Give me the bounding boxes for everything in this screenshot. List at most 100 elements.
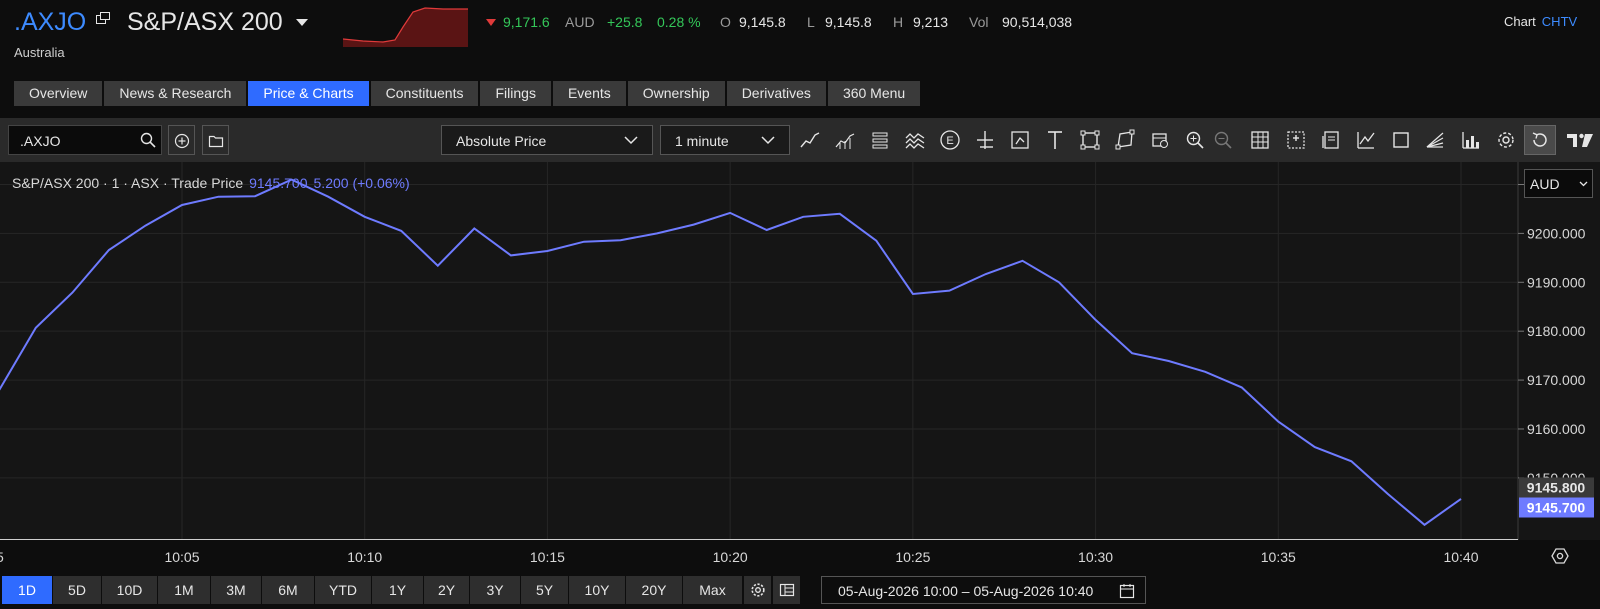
period-1y[interactable]: 1Y (372, 576, 423, 604)
gear-icon (751, 583, 765, 597)
x-tick-label: 10:25 (895, 549, 930, 565)
tab-events[interactable]: Events (552, 81, 626, 106)
y-tick-label: 9200.000 (1527, 225, 1586, 241)
period-settings-button[interactable] (744, 576, 771, 604)
reset-icon[interactable] (1524, 125, 1556, 155)
tab-derivatives[interactable]: Derivatives (726, 81, 826, 106)
axis-settings-icon[interactable] (1551, 548, 1569, 564)
quote-header: .AXJO S&P/ASX 200 Australia 9,171.6 AUD … (0, 0, 1600, 78)
calendar-icon[interactable] (1119, 583, 1135, 599)
zoom-in-icon[interactable] (1184, 129, 1206, 151)
studies-icon[interactable] (1460, 129, 1482, 151)
period-10d[interactable]: 10D (102, 576, 157, 604)
ric-code[interactable]: .AXJO (14, 8, 86, 37)
tradingview-logo (1565, 129, 1595, 151)
tab-news-research[interactable]: News & Research (104, 81, 247, 106)
x-tick-label: 10:10 (347, 549, 382, 565)
period-10y[interactable]: 10Y (569, 576, 625, 604)
svg-text:9145.800: 9145.800 (1527, 480, 1586, 496)
pct-change: 0.28 % (657, 14, 701, 30)
x-tick-label: 10:30 (1078, 549, 1113, 565)
add-symbol-button[interactable] (168, 125, 195, 155)
line-chart-icon[interactable] (799, 129, 821, 151)
text-icon[interactable] (1044, 129, 1066, 151)
country-label: Australia (14, 45, 65, 60)
bars-icon[interactable] (869, 129, 891, 151)
instrument-dropdown-icon[interactable] (296, 19, 308, 26)
add-panel-icon[interactable] (1285, 129, 1307, 151)
legend-change: 5.200 (+0.06%) (313, 175, 410, 191)
candlestick-icon[interactable] (834, 129, 856, 151)
y-tick-label: 9190.000 (1527, 274, 1586, 290)
compare-icon[interactable] (904, 129, 926, 151)
event-icon[interactable]: E (939, 129, 961, 151)
price-tag-current: 9145.700 (1519, 497, 1594, 518)
x-tick-label: 10:15 (530, 549, 565, 565)
rectangle-icon[interactable] (1079, 129, 1101, 151)
period-1m[interactable]: 1M (158, 576, 210, 604)
add-circle-icon (174, 133, 190, 149)
period-5y[interactable]: 5Y (521, 576, 568, 604)
period-6m[interactable]: 6M (262, 576, 314, 604)
calendar-icon[interactable] (1149, 129, 1171, 151)
tab-filings[interactable]: Filings (480, 81, 551, 106)
low-label: L (807, 14, 815, 30)
search-icon[interactable] (140, 132, 156, 148)
direction-down-icon (486, 19, 496, 26)
chart-label: Chart (1504, 14, 1536, 29)
low-value: 9,145.8 (825, 14, 872, 30)
tab-constituents[interactable]: Constituents (370, 81, 479, 106)
period-1d[interactable]: 1D (2, 576, 52, 604)
price-tags: 9145.800 9145.700 (1519, 477, 1594, 518)
period-3y[interactable]: 3Y (470, 576, 520, 604)
tab-ownership[interactable]: Ownership (627, 81, 725, 106)
last-price: 9,171.6 (503, 14, 550, 30)
period-2y[interactable]: 2Y (424, 576, 469, 604)
symbol-search-value: .AXJO (20, 133, 61, 149)
period-3m[interactable]: 3M (211, 576, 261, 604)
volume-value: 90,514,038 (1002, 14, 1073, 30)
interval-select[interactable]: 1 minute (660, 125, 790, 155)
symbol-search-input[interactable]: .AXJO (8, 125, 162, 155)
instrument-name[interactable]: S&P/ASX 200 (127, 8, 283, 37)
chart-toolbar: .AXJO Absolute Price 1 minute E (0, 118, 1600, 162)
price-type-value: Absolute Price (456, 133, 547, 149)
popout-icon[interactable] (96, 12, 110, 24)
high-value: 9,213 (913, 14, 949, 30)
period-ytd[interactable]: YTD (315, 576, 371, 604)
sparkline (343, 7, 468, 47)
currency-select-value: AUD (1530, 176, 1560, 192)
zoom-box-icon[interactable] (1009, 129, 1031, 151)
zoom-out-icon[interactable] (1212, 129, 1234, 151)
chart-app-label[interactable]: Chart CHTV (1504, 14, 1577, 29)
price-axis[interactable]: 9210.0009200.0009190.0009180.0009170.000… (1518, 176, 1586, 486)
price-chart[interactable]: 9210.0009200.0009190.0009180.0009170.000… (0, 162, 1600, 540)
time-axis[interactable]: 10:05 10:10 10:15 10:20 10:25 10:30 10:35 10:40… (0, 540, 1600, 571)
fan-icon[interactable] (1424, 129, 1446, 151)
tab-overview[interactable]: Overview (14, 81, 103, 106)
crosshair-icon[interactable] (974, 129, 996, 151)
svg-text:E: E (946, 135, 953, 147)
chart-legend: S&P/ASX 200 · 1 · ASX · Trade Price 9145.… (12, 175, 410, 191)
svg-text:9145.700: 9145.700 (1527, 500, 1586, 516)
period-max[interactable]: Max (683, 576, 742, 604)
news-icon[interactable] (1320, 129, 1342, 151)
layout-grid-icon (779, 583, 795, 597)
date-range-picker[interactable]: 05-Aug-2026 10:00 – 05-Aug-2026 10:40 (821, 576, 1146, 604)
table-icon[interactable] (1249, 129, 1271, 151)
legend-series: S&P/ASX 200 · 1 · ASX · Trade Price (12, 175, 244, 191)
price-type-select[interactable]: Absolute Price (441, 125, 653, 155)
tab-360-menu[interactable]: 360 Menu (827, 81, 921, 106)
open-folder-button[interactable] (202, 125, 229, 155)
date-range-value: 05-Aug-2026 10:00 – 05-Aug-2026 10:40 (838, 583, 1094, 599)
polygon-icon[interactable] (1114, 129, 1136, 151)
trend-icon[interactable] (1355, 129, 1377, 151)
period-20y[interactable]: 20Y (626, 576, 682, 604)
settings-icon[interactable] (1495, 129, 1517, 151)
period-5d[interactable]: 5D (53, 576, 101, 604)
square-icon[interactable] (1390, 129, 1412, 151)
currency-select[interactable]: AUD (1524, 169, 1593, 198)
x-tick-label-partial: 5 (0, 549, 4, 565)
tab-price-charts[interactable]: Price & Charts (248, 81, 369, 106)
layout-button[interactable] (773, 576, 800, 604)
